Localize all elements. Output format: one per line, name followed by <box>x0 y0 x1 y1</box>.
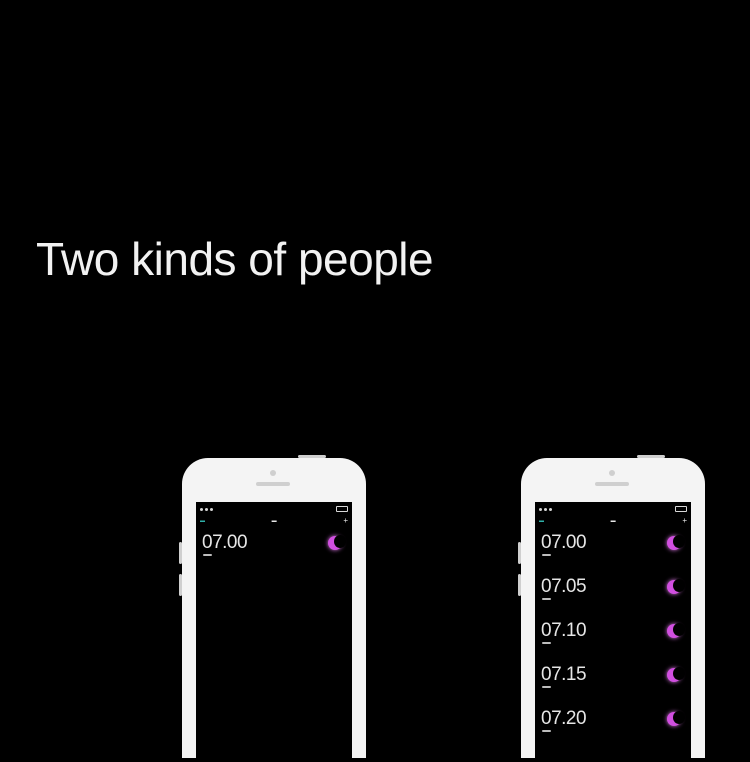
alarm-time: 07.10 <box>541 620 587 641</box>
moon-icon[interactable] <box>667 535 685 550</box>
alarm-row[interactable]: 07.15 <box>541 664 687 708</box>
speaker-grille <box>595 482 629 486</box>
edit-button[interactable]: ▬ <box>200 518 205 524</box>
power-button <box>298 455 326 458</box>
alarm-label <box>542 686 551 688</box>
moon-icon[interactable] <box>667 711 685 726</box>
speaker-grille <box>256 482 290 486</box>
alarm-row[interactable]: 07.00 <box>541 532 687 576</box>
nav-title: ▬ <box>610 518 616 524</box>
headline: Two kinds of people <box>36 233 434 285</box>
alarm-time: 07.00 <box>202 532 248 553</box>
phone-left: ▬ ▬ + 07.00 <box>179 455 366 762</box>
alarm-row[interactable]: 07.10 <box>541 620 687 664</box>
phone-screen: ▬ ▬ + 07.00 07.05 07.10 07.15 07.20 <box>535 502 691 762</box>
edit-button[interactable]: ▬ <box>539 518 544 524</box>
add-alarm-button[interactable]: + <box>682 517 687 525</box>
volume-button <box>179 574 182 596</box>
alarm-label <box>203 554 212 556</box>
camera-icon <box>609 470 615 476</box>
alarm-label <box>542 598 551 600</box>
alarm-navbar: ▬ ▬ + <box>539 516 687 526</box>
nav-title: ▬ <box>271 518 277 524</box>
volume-button <box>518 542 521 564</box>
status-bar <box>539 505 687 513</box>
alarm-row[interactable]: 07.00 <box>202 532 348 576</box>
battery-icon <box>675 506 687 512</box>
alarm-label <box>542 642 551 644</box>
alarm-row[interactable]: 07.20 <box>541 708 687 752</box>
moon-icon[interactable] <box>667 623 685 638</box>
moon-icon[interactable] <box>667 667 685 682</box>
signal-icon <box>200 507 213 511</box>
moon-icon[interactable] <box>328 535 346 550</box>
volume-button <box>518 574 521 596</box>
alarm-navbar: ▬ ▬ + <box>200 516 348 526</box>
alarm-time: 07.15 <box>541 664 587 685</box>
power-button <box>637 455 665 458</box>
phone-right: ▬ ▬ + 07.00 07.05 07.10 07.15 07.20 <box>518 455 705 762</box>
status-bar <box>200 505 348 513</box>
phone-screen: ▬ ▬ + 07.00 <box>196 502 352 762</box>
volume-button <box>179 542 182 564</box>
camera-icon <box>270 470 276 476</box>
signal-icon <box>539 507 552 511</box>
add-alarm-button[interactable]: + <box>343 517 348 525</box>
alarm-time: 07.05 <box>541 576 587 597</box>
alarm-time: 07.20 <box>541 708 587 729</box>
alarm-row[interactable]: 07.05 <box>541 576 687 620</box>
battery-icon <box>336 506 348 512</box>
alarm-label <box>542 554 551 556</box>
moon-icon[interactable] <box>667 579 685 594</box>
alarm-label <box>542 730 551 732</box>
alarm-time: 07.00 <box>541 532 587 553</box>
